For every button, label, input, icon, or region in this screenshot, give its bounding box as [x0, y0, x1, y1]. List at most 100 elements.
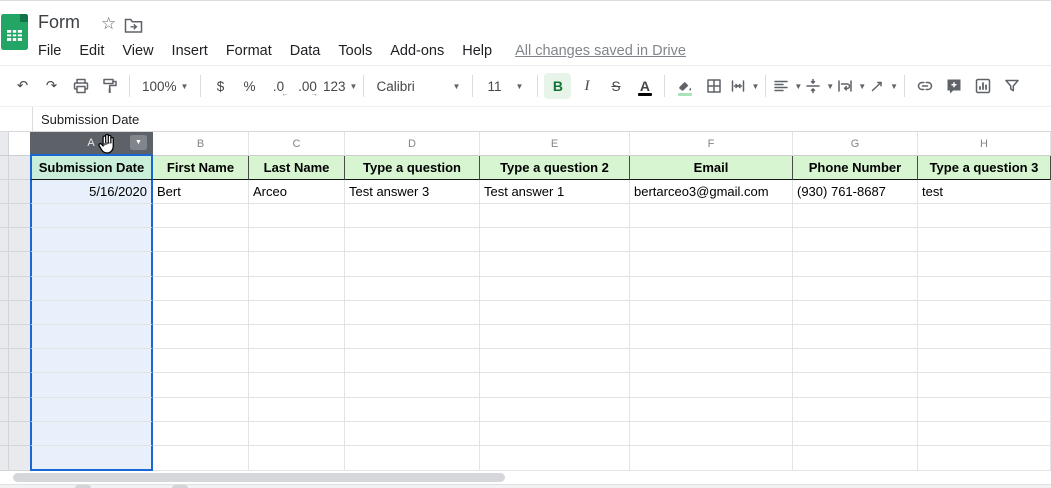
- cell-B6[interactable]: [153, 276, 249, 301]
- cell-E9[interactable]: [480, 349, 630, 374]
- select-all-corner[interactable]: [0, 132, 30, 156]
- column-header-H[interactable]: H: [918, 132, 1051, 156]
- menu-item-data[interactable]: Data: [281, 40, 330, 62]
- menu-item-add-ons[interactable]: Add-ons: [381, 40, 453, 62]
- cell-G1[interactable]: Phone Number: [793, 156, 918, 180]
- cell-A3[interactable]: [30, 204, 153, 229]
- cell-B1[interactable]: First Name: [153, 156, 249, 180]
- row-header-6[interactable]: [0, 276, 30, 301]
- menu-item-edit[interactable]: Edit: [70, 40, 113, 62]
- text-wrapping-dropdown-arrow[interactable]: ▼: [858, 82, 866, 91]
- cell-B2[interactable]: Bert: [153, 180, 249, 204]
- cell-E5[interactable]: [480, 252, 630, 277]
- format-as-percent-button[interactable]: %: [236, 73, 263, 99]
- cell-D13[interactable]: [345, 445, 480, 472]
- vertical-align-dropdown-arrow[interactable]: ▼: [826, 82, 834, 91]
- row-header-13[interactable]: [0, 445, 30, 472]
- row-header-11[interactable]: [0, 397, 30, 422]
- cell-E13[interactable]: [480, 445, 630, 472]
- more-formats-dropdown-arrow[interactable]: ▼: [350, 82, 358, 91]
- cell-C10[interactable]: [249, 373, 345, 398]
- cell-H11[interactable]: [918, 397, 1051, 422]
- cell-F2[interactable]: bertarceo3@gmail.com: [630, 180, 793, 204]
- cell-F3[interactable]: [630, 204, 793, 229]
- cell-D1[interactable]: Type a question: [345, 156, 480, 180]
- cell-G8[interactable]: [793, 324, 918, 350]
- vertical-align-button[interactable]: ▼: [804, 73, 834, 99]
- menu-item-view[interactable]: View: [113, 40, 162, 62]
- formula-input-value[interactable]: Submission Date: [33, 112, 139, 127]
- cell-H9[interactable]: [918, 349, 1051, 374]
- fill-color-button[interactable]: [671, 73, 698, 99]
- cell-F13[interactable]: [630, 445, 793, 472]
- horizontal-align-dropdown-arrow[interactable]: ▼: [794, 82, 802, 91]
- cell-E12[interactable]: [480, 421, 630, 446]
- cell-E1[interactable]: Type a question 2: [480, 156, 630, 180]
- cell-D3[interactable]: [345, 204, 480, 229]
- cell-G13[interactable]: [793, 445, 918, 472]
- cell-A8[interactable]: [30, 324, 153, 350]
- cell-G6[interactable]: [793, 276, 918, 301]
- column-header-D[interactable]: D: [345, 132, 480, 156]
- column-header-C[interactable]: C: [249, 132, 345, 156]
- cell-H2[interactable]: test: [918, 180, 1051, 204]
- cell-G2[interactable]: (930) 761-8687: [793, 180, 918, 204]
- row-header-9[interactable]: [0, 349, 30, 374]
- cell-D7[interactable]: [345, 300, 480, 325]
- column-header-B[interactable]: B: [153, 132, 249, 156]
- cell-F8[interactable]: [630, 324, 793, 350]
- save-status-link[interactable]: All changes saved in Drive: [515, 43, 686, 59]
- cell-E2[interactable]: Test answer 1: [480, 180, 630, 204]
- cell-A5[interactable]: [30, 252, 153, 277]
- redo-button[interactable]: ↷: [38, 73, 65, 99]
- text-rotation-button[interactable]: ▼: [868, 73, 898, 99]
- cell-A6[interactable]: [30, 276, 153, 301]
- cell-H12[interactable]: [918, 421, 1051, 446]
- cell-A7[interactable]: [30, 300, 153, 325]
- cell-F12[interactable]: [630, 421, 793, 446]
- text-rotation-dropdown-arrow[interactable]: ▼: [890, 82, 898, 91]
- column-header-F[interactable]: F: [630, 132, 793, 156]
- bold-button[interactable]: B: [544, 73, 572, 99]
- font-family-dropdown-arrow[interactable]: ▼: [453, 82, 461, 91]
- cell-D10[interactable]: [345, 373, 480, 398]
- star-icon[interactable]: ☆: [101, 14, 116, 34]
- cell-F1[interactable]: Email: [630, 156, 793, 180]
- create-filter-button[interactable]: [998, 73, 1025, 99]
- cell-G4[interactable]: [793, 228, 918, 253]
- cell-H6[interactable]: [918, 276, 1051, 301]
- cell-B7[interactable]: [153, 300, 249, 325]
- row-header-10[interactable]: [0, 373, 30, 398]
- cell-G12[interactable]: [793, 421, 918, 446]
- cell-F7[interactable]: [630, 300, 793, 325]
- cell-G10[interactable]: [793, 373, 918, 398]
- strikethrough-button[interactable]: S: [602, 73, 629, 99]
- cell-D8[interactable]: [345, 324, 480, 350]
- column-header-A[interactable]: A ▼: [30, 132, 153, 156]
- horizontal-align-button[interactable]: ▼: [772, 73, 802, 99]
- cell-D6[interactable]: [345, 276, 480, 301]
- font-family-button[interactable]: Calibri ▼: [370, 73, 466, 99]
- cell-H13[interactable]: [918, 445, 1051, 472]
- cell-B13[interactable]: [153, 445, 249, 472]
- cell-A4[interactable]: [30, 228, 153, 253]
- cell-C2[interactable]: Arceo: [249, 180, 345, 204]
- text-wrapping-button[interactable]: ▼: [836, 73, 866, 99]
- cell-G5[interactable]: [793, 252, 918, 277]
- zoom-dropdown-arrow[interactable]: ▼: [181, 82, 189, 91]
- menu-item-format[interactable]: Format: [217, 40, 281, 62]
- cell-B10[interactable]: [153, 373, 249, 398]
- cell-B5[interactable]: [153, 252, 249, 277]
- cell-H7[interactable]: [918, 300, 1051, 325]
- cell-A10[interactable]: [30, 373, 153, 398]
- cell-C1[interactable]: Last Name: [249, 156, 345, 180]
- cell-G9[interactable]: [793, 349, 918, 374]
- row-header-12[interactable]: [0, 421, 30, 446]
- cell-C8[interactable]: [249, 324, 345, 350]
- print-button[interactable]: [67, 73, 94, 99]
- cell-F10[interactable]: [630, 373, 793, 398]
- italic-button[interactable]: I: [573, 73, 600, 99]
- column-header-E[interactable]: E: [480, 132, 630, 156]
- cell-A12[interactable]: [30, 421, 153, 446]
- format-as-currency-button[interactable]: $: [207, 73, 234, 99]
